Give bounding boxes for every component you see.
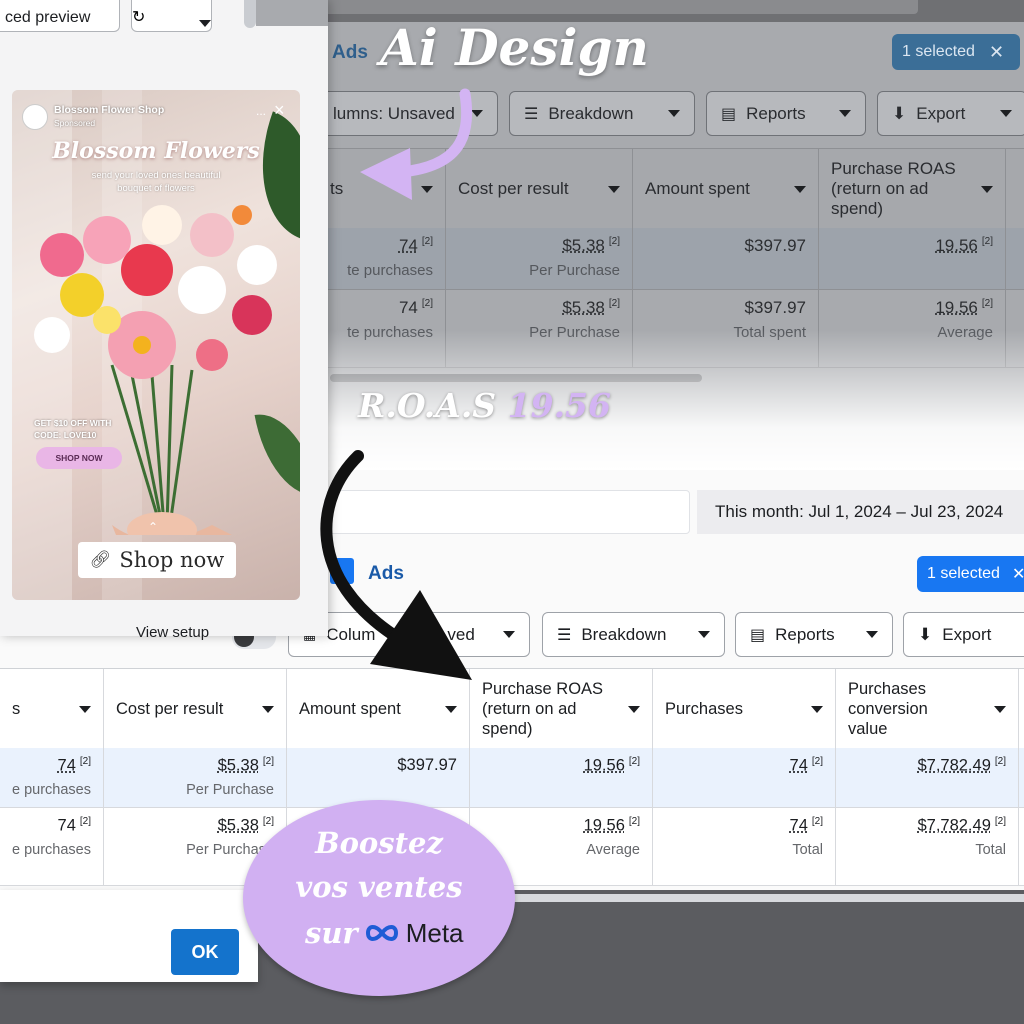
black-curved-arrow-icon [310, 448, 480, 688]
boost-line-1: Boostez [243, 826, 515, 860]
promo-shop-button[interactable]: SHOP NOW [36, 447, 122, 469]
download-icon: ⬇ [892, 104, 906, 124]
top-col-roas[interactable]: Purchase ROAS (return on ad spend) [819, 149, 1006, 229]
chevron-down-icon [199, 20, 211, 27]
share-icon: ↻ [132, 7, 145, 27]
bottom-breakdown-label: Breakdown [581, 625, 666, 645]
ad-tagline-2: bouquet of flowers [12, 183, 300, 194]
date-range-picker[interactable]: This month: Jul 1, 2024 – Jul 23, 2024 [697, 490, 1024, 534]
top-ads-tab[interactable]: Ads [332, 42, 368, 64]
chevron-down-icon [981, 186, 993, 193]
top-col-amount[interactable]: Amount spent [633, 149, 819, 229]
chevron-down-icon [839, 110, 851, 117]
link-icon: 🔗︎ [90, 550, 112, 570]
roas-prefix: R.O.A.S [358, 386, 496, 425]
view-setup-label: View setup [136, 624, 209, 641]
chevron-down-icon [866, 631, 878, 638]
chevron-down-icon [608, 186, 620, 193]
chevron-down-icon [628, 706, 640, 713]
promo-text-1: GET $10 OFF WITH [34, 418, 111, 428]
chevron-down-icon [503, 631, 515, 638]
chevron-down-icon [994, 706, 1006, 713]
chevron-down-icon [79, 706, 91, 713]
boost-line-3: sur Meta [305, 916, 464, 950]
flower-bouquet-image [12, 195, 300, 535]
lavender-arrow-icon [340, 88, 480, 218]
dialog-footer: OK [0, 890, 258, 982]
close-icon[interactable]: ✕ [989, 42, 1004, 63]
bottom-export-label: Export [942, 625, 991, 645]
meta-infinity-icon [364, 922, 400, 944]
page-name: Blossom Flower Shop [54, 104, 164, 116]
close-icon[interactable]: ✕ [1012, 564, 1024, 584]
bottom-reports-button[interactable]: ▤ Reports [735, 612, 893, 657]
story-ad-preview[interactable]: Blossom Flower Shop Sponsored ... × Blos… [12, 90, 300, 600]
dialog-white-edge [256, 0, 328, 26]
top-selected-badge[interactable]: 1 selected ✕ [892, 34, 1020, 70]
chevron-down-icon [445, 706, 457, 713]
top-selected-label: 1 selected [902, 43, 975, 61]
sponsored-label: Sponsored [54, 118, 95, 128]
share-button[interactable]: ↻ [131, 0, 212, 32]
ai-design-headline: Ai Design [380, 18, 649, 77]
col-purchases[interactable]: Purchases [653, 669, 836, 749]
top-breakdown-label: Breakdown [548, 104, 633, 124]
bottom-reports-label: Reports [775, 625, 835, 645]
page-avatar [22, 104, 48, 130]
bottom-selected-label: 1 selected [927, 565, 1000, 583]
roas-caption: R.O.A.S 19.56 [358, 386, 611, 425]
download-icon: ⬇ [918, 625, 932, 645]
ad-title: Blossom Flowers [12, 138, 300, 164]
more-icon[interactable]: ... [256, 104, 266, 118]
boost-sales-bubble: Boostez vos ventes sur Meta [243, 800, 515, 996]
reports-icon: ▤ [750, 625, 765, 645]
shop-now-cta[interactable]: 🔗︎ Shop now [78, 542, 236, 578]
boost-line-2: vos ventes [243, 870, 515, 904]
ad-preview-dialog: ced preview ↻ Blossom Flower Shop Sponso… [0, 0, 328, 636]
chevron-down-icon [1000, 110, 1012, 117]
chevron-down-icon [811, 706, 823, 713]
col-cost-per-result[interactable]: Cost per result [104, 669, 287, 749]
table-row[interactable]: 74 [2] e purchases $5.38 [2] Per Purchase $3… [0, 748, 1024, 808]
chevron-down-icon [668, 110, 680, 117]
chevron-down-icon [794, 186, 806, 193]
col-conversion-value[interactable]: Purchases conversion value [836, 669, 1019, 749]
meta-wordmark: Meta [406, 918, 464, 949]
table-row[interactable]: 74[2]te purchases $5.38[2]Per Purchase $… [300, 228, 1024, 290]
col-purchase-roas[interactable]: Purchase ROAS (return on ad spend) [470, 669, 653, 749]
roas-value: 19.56 [508, 386, 611, 425]
top-export-button[interactable]: ⬇ Export [877, 91, 1024, 136]
top-export-label: Export [916, 104, 965, 124]
col-results[interactable]: s [0, 669, 104, 749]
swipe-up-icon: ⌃ [148, 520, 158, 534]
shop-now-label: Shop now [119, 548, 224, 572]
chevron-down-icon [262, 706, 274, 713]
bottom-breakdown-button[interactable]: ☰ Breakdown [542, 612, 725, 657]
top-reports-button[interactable]: ▤ Reports [706, 91, 866, 136]
ok-button[interactable]: OK [171, 929, 239, 975]
dialog-scrollbar[interactable] [244, 0, 256, 28]
advanced-preview-button[interactable]: ced preview [0, 0, 120, 32]
bottom-selected-badge[interactable]: 1 selected ✕ [917, 556, 1024, 592]
close-icon[interactable]: × [274, 100, 285, 121]
ad-tagline-1: send your loved ones beautiful [12, 170, 300, 181]
reports-icon: ▤ [721, 104, 736, 124]
top-reports-label: Reports [746, 104, 806, 124]
bottom-export-button[interactable]: ⬇ Export [903, 612, 1024, 657]
top-breakdown-button[interactable]: ☰ Breakdown [509, 91, 695, 136]
bottom-table-header: s Cost per result Amount spent Purchase … [0, 668, 1024, 750]
chevron-down-icon [698, 631, 710, 638]
promo-text-2: CODE: LOVE10 [34, 430, 96, 440]
breakdown-icon: ☰ [557, 625, 571, 645]
breakdown-icon: ☰ [524, 104, 538, 124]
